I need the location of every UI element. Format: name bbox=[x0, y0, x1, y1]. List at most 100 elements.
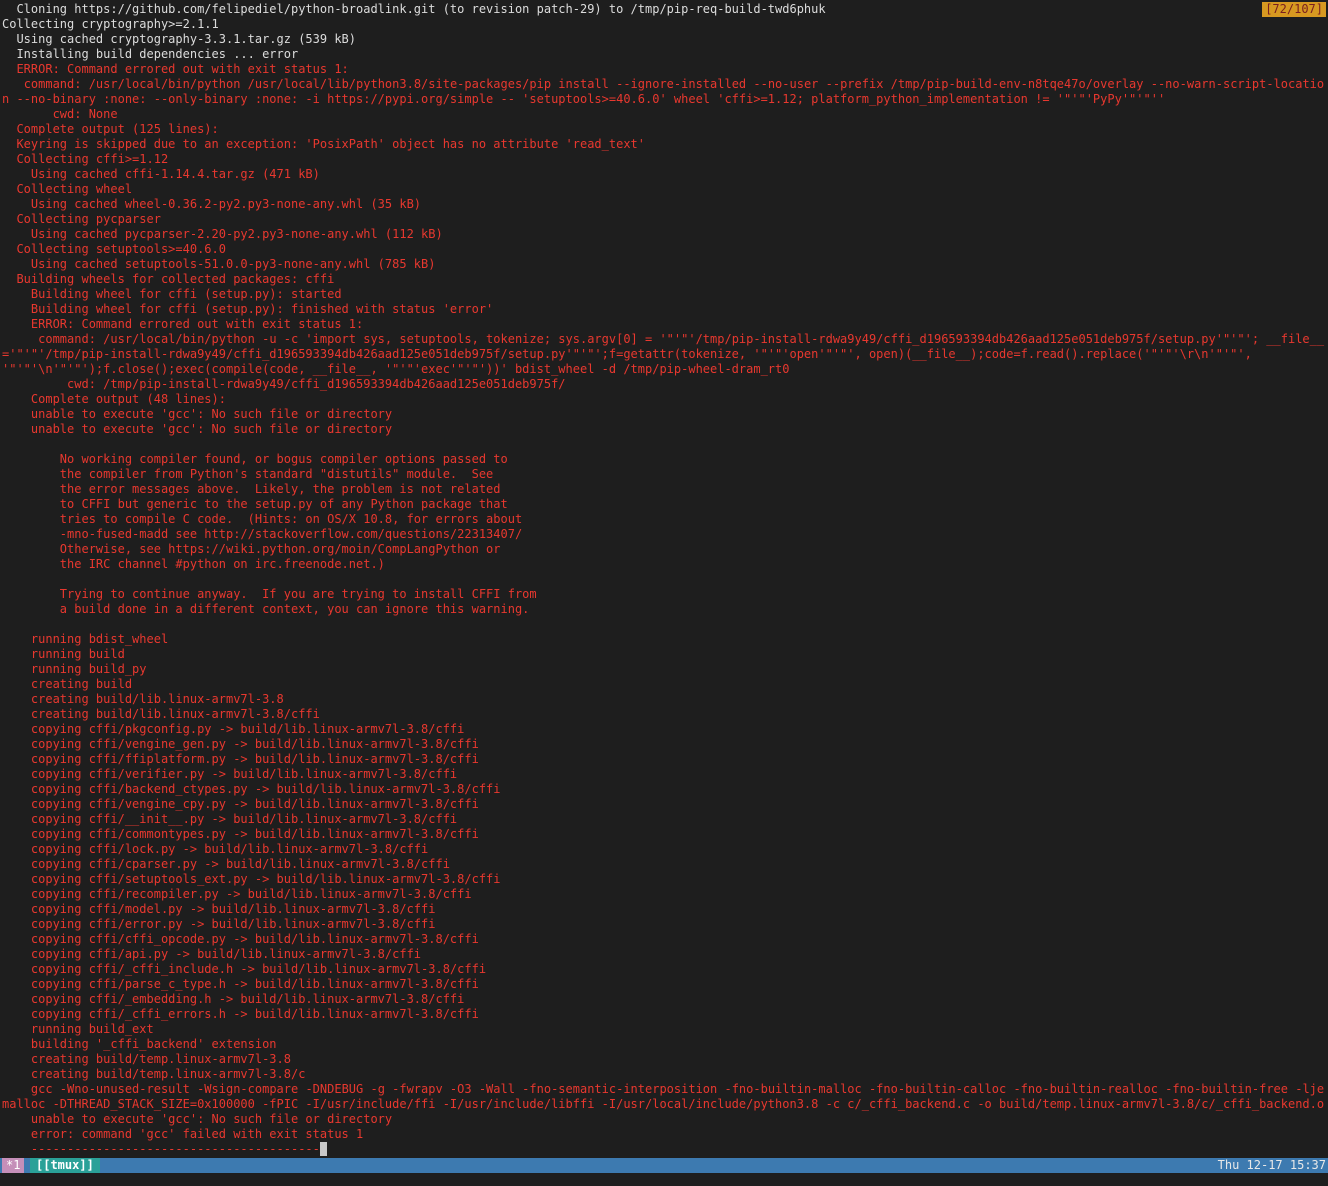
error-output-line: Collecting pycparser bbox=[2, 212, 1326, 227]
error-output-line: copying cffi/ffiplatform.py -> build/lib… bbox=[2, 752, 1326, 767]
error-output-line: running bdist_wheel bbox=[2, 632, 1326, 647]
line-text: Building wheel for cffi (setup.py): fini… bbox=[2, 302, 494, 316]
line-text: Collecting cffi>=1.12 bbox=[2, 152, 169, 166]
error-output-line: to CFFI but generic to the setup.py of a… bbox=[2, 497, 1326, 512]
status-clock: Thu 12-17 15:37 bbox=[1217, 1158, 1326, 1172]
error-output-line: unable to execute 'gcc': No such file or… bbox=[2, 422, 1326, 437]
error-output-line: Otherwise, see https://wiki.python.org/m… bbox=[2, 542, 1326, 557]
line-text: gcc -Wno-unused-result -Wsign-compare -D… bbox=[2, 1082, 1325, 1111]
line-text: copying cffi/ffiplatform.py -> build/lib… bbox=[2, 752, 479, 766]
error-output-line: copying cffi/_embedding.h -> build/lib.l… bbox=[2, 992, 1326, 1007]
error-output-line bbox=[2, 437, 1326, 452]
terminal-output[interactable]: Cloning https://github.com/felipediel/py… bbox=[2, 2, 1326, 1158]
line-text: copying cffi/pkgconfig.py -> build/lib.l… bbox=[2, 722, 465, 736]
line-text: Using cached cffi-1.14.4.tar.gz (471 kB) bbox=[2, 167, 320, 181]
error-output-line: Using cached cffi-1.14.4.tar.gz (471 kB) bbox=[2, 167, 1326, 182]
error-output-line: copying cffi/backend_ctypes.py -> build/… bbox=[2, 782, 1326, 797]
line-text: copying cffi/recompiler.py -> build/lib.… bbox=[2, 887, 472, 901]
error-output-line: copying cffi/cffi_opcode.py -> build/lib… bbox=[2, 932, 1326, 947]
tmux-session-name: [[tmux]] bbox=[30, 1158, 100, 1173]
line-text: Collecting pycparser bbox=[2, 212, 161, 226]
line-text: ERROR: Command errored out with exit sta… bbox=[2, 62, 349, 76]
error-output-line: the IRC channel #python on irc.freenode.… bbox=[2, 557, 1326, 572]
line-text: creating build/temp.linux-armv7l-3.8 bbox=[2, 1052, 291, 1066]
line-text: the error messages above. Likely, the pr… bbox=[2, 482, 501, 496]
error-output-line: copying cffi/model.py -> build/lib.linux… bbox=[2, 902, 1326, 917]
scroll-position-indicator: [72/107] bbox=[1262, 2, 1326, 17]
error-output-line: Building wheel for cffi (setup.py): fini… bbox=[2, 302, 1326, 317]
error-output-line: cwd: /tmp/pip-install-rdwa9y49/cffi_d196… bbox=[2, 377, 1326, 392]
line-text: copying cffi/vengine_gen.py -> build/lib… bbox=[2, 737, 479, 751]
error-output-line: -mno-fused-madd see http://stackoverflow… bbox=[2, 527, 1326, 542]
error-output-line: copying cffi/cparser.py -> build/lib.lin… bbox=[2, 857, 1326, 872]
line-text: Using cached pycparser-2.20-py2.py3-none… bbox=[2, 227, 443, 241]
error-output-line: copying cffi/_cffi_errors.h -> build/lib… bbox=[2, 1007, 1326, 1022]
line-text: copying cffi/model.py -> build/lib.linux… bbox=[2, 902, 436, 916]
error-output-line: Complete output (125 lines): bbox=[2, 122, 1326, 137]
line-text: Collecting cryptography>=2.1.1 bbox=[2, 17, 219, 31]
error-output-line: Using cached wheel-0.36.2-py2.py3-none-a… bbox=[2, 197, 1326, 212]
error-output-line: creating build/lib.linux-armv7l-3.8 bbox=[2, 692, 1326, 707]
error-output-line: copying cffi/_cffi_include.h -> build/li… bbox=[2, 962, 1326, 977]
error-output-line: the error messages above. Likely, the pr… bbox=[2, 482, 1326, 497]
tmux-status-bar: *1 [[tmux]] Thu 12-17 15:37 bbox=[0, 1158, 1328, 1173]
error-output-line: building '_cffi_backend' extension bbox=[2, 1037, 1326, 1052]
line-text: Complete output (48 lines): bbox=[2, 392, 226, 406]
line-text: unable to execute 'gcc': No such file or… bbox=[2, 407, 393, 421]
error-output-line: copying cffi/verifier.py -> build/lib.li… bbox=[2, 767, 1326, 782]
error-output-line: copying cffi/error.py -> build/lib.linux… bbox=[2, 917, 1326, 932]
line-text: -mno-fused-madd see http://stackoverflow… bbox=[2, 527, 523, 541]
error-output-line: cwd: None bbox=[2, 107, 1326, 122]
line-text: copying cffi/cparser.py -> build/lib.lin… bbox=[2, 857, 450, 871]
error-output-line: unable to execute 'gcc': No such file or… bbox=[2, 1112, 1326, 1127]
error-output-line: creating build/temp.linux-armv7l-3.8 bbox=[2, 1052, 1326, 1067]
error-output-line: copying cffi/vengine_gen.py -> build/lib… bbox=[2, 737, 1326, 752]
line-text: running build bbox=[2, 647, 125, 661]
error-output-line: command: /usr/local/bin/python -u -c 'im… bbox=[2, 332, 1326, 377]
error-output-line: Keyring is skipped due to an exception: … bbox=[2, 137, 1326, 152]
line-text: running bdist_wheel bbox=[2, 632, 169, 646]
error-output-line: Collecting cffi>=1.12 bbox=[2, 152, 1326, 167]
error-output-line: copying cffi/__init__.py -> build/lib.li… bbox=[2, 812, 1326, 827]
line-text: a build done in a different context, you… bbox=[2, 602, 530, 616]
line-text: error: command 'gcc' failed with exit st… bbox=[2, 1127, 364, 1141]
line-text: copying cffi/_embedding.h -> build/lib.l… bbox=[2, 992, 465, 1006]
line-text: Using cached setuptools-51.0.0-py3-none-… bbox=[2, 257, 436, 271]
line-text: Trying to continue anyway. If you are tr… bbox=[2, 587, 537, 601]
line-text: creating build bbox=[2, 677, 133, 691]
line-text: creating build/lib.linux-armv7l-3.8 bbox=[2, 692, 284, 706]
line-text: Cloning https://github.com/felipediel/py… bbox=[2, 2, 826, 16]
line-text: copying cffi/_cffi_errors.h -> build/lib… bbox=[2, 1007, 479, 1021]
line-text: Building wheel for cffi (setup.py): star… bbox=[2, 287, 342, 301]
line-text: tries to compile C code. (Hints: on OS/X… bbox=[2, 512, 523, 526]
error-output-line: command: /usr/local/bin/python /usr/loca… bbox=[2, 77, 1326, 107]
line-text: Building wheels for collected packages: … bbox=[2, 272, 335, 286]
line-text: Collecting setuptools>=40.6.0 bbox=[2, 242, 226, 256]
line-text: copying cffi/commontypes.py -> build/lib… bbox=[2, 827, 479, 841]
line-text: Complete output (125 lines): bbox=[2, 122, 219, 136]
error-output-line: tries to compile C code. (Hints: on OS/X… bbox=[2, 512, 1326, 527]
error-output-line: creating build/temp.linux-armv7l-3.8/c bbox=[2, 1067, 1326, 1082]
error-output-line: creating build/lib.linux-armv7l-3.8/cffi bbox=[2, 707, 1326, 722]
line-text: copying cffi/setuptools_ext.py -> build/… bbox=[2, 872, 501, 886]
error-output-line: unable to execute 'gcc': No such file or… bbox=[2, 407, 1326, 422]
error-output-line: ERROR: Command errored out with exit sta… bbox=[2, 62, 1326, 77]
error-output-line: copying cffi/parse_c_type.h -> build/lib… bbox=[2, 977, 1326, 992]
error-output-line: ---------------------------------------- bbox=[2, 1142, 1326, 1157]
line-text: copying cffi/_cffi_include.h -> build/li… bbox=[2, 962, 487, 976]
error-output-line: copying cffi/setuptools_ext.py -> build/… bbox=[2, 872, 1326, 887]
line-text: the compiler from Python's standard "dis… bbox=[2, 467, 494, 481]
line-text: command: /usr/local/bin/python -u -c 'im… bbox=[2, 332, 1325, 376]
output-line: Collecting cryptography>=2.1.1 bbox=[2, 17, 1326, 32]
line-text: copying cffi/__init__.py -> build/lib.li… bbox=[2, 812, 458, 826]
line-text: copying cffi/backend_ctypes.py -> build/… bbox=[2, 782, 501, 796]
error-output-line: Complete output (48 lines): bbox=[2, 392, 1326, 407]
tmux-window-tab[interactable]: *1 bbox=[2, 1158, 25, 1173]
error-output-line: Trying to continue anyway. If you are tr… bbox=[2, 587, 1326, 602]
line-text: command: /usr/local/bin/python /usr/loca… bbox=[2, 77, 1325, 106]
output-line: Using cached cryptography-3.3.1.tar.gz (… bbox=[2, 32, 1326, 47]
line-text: Using cached cryptography-3.3.1.tar.gz (… bbox=[2, 32, 357, 46]
error-output-line: copying cffi/commontypes.py -> build/lib… bbox=[2, 827, 1326, 842]
error-output-line: error: command 'gcc' failed with exit st… bbox=[2, 1127, 1326, 1142]
output-line: Installing build dependencies ... error bbox=[2, 47, 1326, 62]
